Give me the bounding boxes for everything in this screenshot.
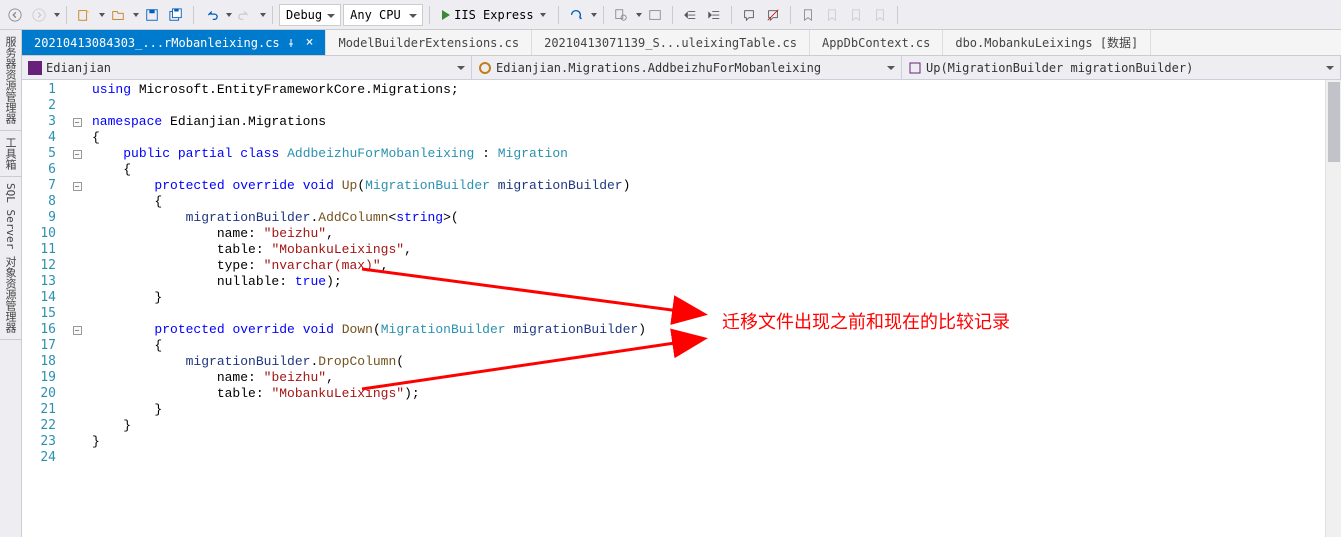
new-item-button[interactable] bbox=[73, 4, 95, 26]
code-nav-bar: Edianjian Edianjian.Migrations.Addbeizhu… bbox=[22, 56, 1341, 80]
side-tab-toolbox[interactable]: 工具箱 bbox=[0, 131, 21, 177]
solution-config-value: Debug bbox=[286, 8, 322, 22]
file-tab[interactable]: ModelBuilderExtensions.cs bbox=[326, 30, 532, 55]
code-body[interactable]: using Microsoft.EntityFrameworkCore.Migr… bbox=[86, 80, 1325, 537]
browser-refresh-dropdown[interactable] bbox=[591, 13, 597, 17]
class-icon bbox=[478, 61, 492, 75]
browser-refresh-button[interactable] bbox=[565, 4, 587, 26]
save-button[interactable] bbox=[141, 4, 163, 26]
nav-forward-button[interactable] bbox=[28, 4, 50, 26]
scrollbar-thumb[interactable] bbox=[1328, 82, 1340, 162]
run-dropdown[interactable] bbox=[540, 13, 546, 17]
nav-member-combo[interactable]: Up(MigrationBuilder migrationBuilder) bbox=[902, 56, 1341, 79]
undo-button[interactable] bbox=[200, 4, 222, 26]
fold-toggle[interactable]: − bbox=[73, 118, 82, 127]
nav-back-button[interactable] bbox=[4, 4, 26, 26]
side-tool-tabs: 服务器资源管理器 工具箱 SQL Server 对象资源管理器 bbox=[0, 30, 22, 537]
new-item-dropdown[interactable] bbox=[99, 13, 105, 17]
comment-out-button[interactable] bbox=[644, 4, 666, 26]
find-in-files-button[interactable] bbox=[610, 4, 632, 26]
undo-dropdown[interactable] bbox=[226, 13, 232, 17]
line-number-gutter: 123456789101112131415161718192021222324 bbox=[22, 80, 68, 537]
file-tab[interactable]: dbo.MobankuLeixings [数据] bbox=[943, 30, 1151, 55]
bookmark-prev-button[interactable] bbox=[821, 4, 843, 26]
vertical-scrollbar[interactable] bbox=[1325, 80, 1341, 537]
nav-class-label: Edianjian.Migrations.AddbeizhuForMobanle… bbox=[496, 61, 821, 75]
nav-member-label: Up(MigrationBuilder migrationBuilder) bbox=[926, 61, 1193, 75]
redo-dropdown[interactable] bbox=[260, 13, 266, 17]
file-tab-active[interactable]: 20210413084303_...rMobanleixing.cs × bbox=[22, 30, 326, 55]
file-tab[interactable]: AppDbContext.cs bbox=[810, 30, 943, 55]
file-tab-label: 20210413071139_S...uleixingTable.cs bbox=[544, 36, 797, 50]
comment-button[interactable] bbox=[738, 4, 760, 26]
bookmark-button[interactable] bbox=[797, 4, 819, 26]
fold-toggle[interactable]: − bbox=[73, 150, 82, 159]
file-tab-label: 20210413084303_...rMobanleixing.cs bbox=[34, 36, 280, 50]
fold-toggle[interactable]: − bbox=[73, 182, 82, 191]
play-icon bbox=[442, 10, 450, 20]
nav-class-combo[interactable]: Edianjian.Migrations.AddbeizhuForMobanle… bbox=[472, 56, 902, 79]
nav-history-dropdown[interactable] bbox=[54, 13, 60, 17]
method-icon bbox=[908, 61, 922, 75]
nav-project-label: Edianjian bbox=[46, 61, 111, 75]
side-tab-server-explorer[interactable]: 服务器资源管理器 bbox=[0, 30, 21, 131]
file-tab-label: AppDbContext.cs bbox=[822, 36, 930, 50]
nav-project-combo[interactable]: Edianjian bbox=[22, 56, 472, 79]
bookmark-next-button[interactable] bbox=[845, 4, 867, 26]
fold-gutter: − − − − bbox=[68, 80, 86, 537]
uncomment-button[interactable] bbox=[762, 4, 784, 26]
document-tabs: 20210413084303_...rMobanleixing.cs × Mod… bbox=[22, 30, 1341, 56]
code-editor[interactable]: 123456789101112131415161718192021222324 … bbox=[22, 80, 1341, 537]
run-button[interactable]: IIS Express bbox=[436, 4, 551, 26]
side-tab-sql-server[interactable]: SQL Server 对象资源管理器 bbox=[0, 177, 21, 340]
open-button[interactable] bbox=[107, 4, 129, 26]
find-dropdown[interactable] bbox=[636, 13, 642, 17]
csharp-project-icon bbox=[28, 61, 42, 75]
save-all-button[interactable] bbox=[165, 4, 187, 26]
indent-button[interactable] bbox=[703, 4, 725, 26]
outdent-button[interactable] bbox=[679, 4, 701, 26]
pin-icon[interactable] bbox=[286, 38, 296, 48]
redo-button[interactable] bbox=[234, 4, 256, 26]
fold-toggle[interactable]: − bbox=[73, 326, 82, 335]
solution-platform-value: Any CPU bbox=[350, 8, 401, 22]
bookmark-clear-button[interactable] bbox=[869, 4, 891, 26]
solution-platform-combo[interactable]: Any CPU bbox=[343, 4, 423, 26]
file-tab-label: ModelBuilderExtensions.cs bbox=[338, 36, 519, 50]
file-tab[interactable]: 20210413071139_S...uleixingTable.cs bbox=[532, 30, 810, 55]
close-icon[interactable]: × bbox=[306, 35, 314, 50]
file-tab-label: dbo.MobankuLeixings [数据] bbox=[955, 34, 1138, 51]
main-toolbar: Debug Any CPU IIS Express bbox=[0, 0, 1341, 30]
solution-config-combo[interactable]: Debug bbox=[279, 4, 341, 26]
open-dropdown[interactable] bbox=[133, 13, 139, 17]
run-label: IIS Express bbox=[454, 8, 533, 22]
